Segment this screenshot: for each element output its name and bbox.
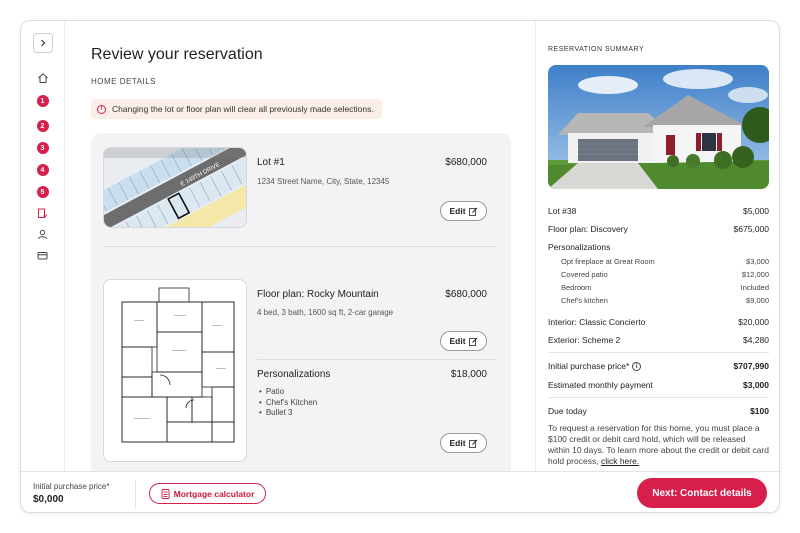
contact-step[interactable]	[37, 228, 49, 240]
summary-floorplan-row: Floor plan: Discovery $675,000	[548, 224, 769, 234]
home-step[interactable]	[36, 71, 50, 85]
next-contact-details-button[interactable]: Next: Contact details	[637, 478, 767, 508]
summary-divider	[548, 352, 769, 353]
summary-floorplan-label: Floor plan: Discovery	[548, 224, 628, 234]
app-window: 1 2 3 4 5 Review your reservation HOME D…	[20, 20, 780, 513]
summary-label: RESERVATION SUMMARY	[548, 46, 645, 53]
house-photo	[548, 65, 769, 189]
section-label: HOME DETAILS	[91, 77, 156, 86]
list-item: Bullet 3	[259, 408, 317, 419]
summary-lot-row: Lot #38 $5,000	[548, 206, 769, 216]
edit-personalizations-button[interactable]: Edit	[440, 433, 487, 453]
summary-divider	[548, 397, 769, 398]
step-1-badge[interactable]: 1	[36, 95, 49, 107]
calculator-icon	[161, 488, 170, 499]
hold-process-link[interactable]: click here.	[601, 456, 639, 466]
home-details-panel: E 149TH DRIVE Lot #1 $680,000 1234 Stree…	[91, 133, 511, 478]
chevron-right-icon	[40, 39, 45, 47]
pencil-icon	[468, 337, 477, 346]
summary-personalization-row: Covered patio $12,000	[561, 270, 769, 279]
footer-price-value: $0,000	[33, 494, 64, 505]
edit-label: Edit	[449, 206, 466, 216]
mortgage-label: Mortgage calculator	[173, 488, 255, 499]
summary-interior-row: Interior: Classic Concierto $20,000	[548, 317, 769, 327]
list-item: Chef's Kitchen	[259, 398, 317, 409]
summary-lot-label: Lot #38	[548, 206, 577, 216]
row-divider	[103, 246, 497, 247]
expand-rail-button[interactable]	[32, 33, 53, 53]
step-3-badge[interactable]: 3	[36, 142, 49, 154]
footer-price-label: Initial purchase price*	[33, 482, 110, 491]
pencil-icon	[468, 439, 477, 448]
progress-rail: 1 2 3 4 5	[21, 21, 65, 471]
step-4-badge[interactable]: 4	[36, 164, 49, 176]
edit-floorplan-button[interactable]: Edit	[440, 331, 487, 351]
step-5-badge[interactable]: 5	[36, 186, 49, 198]
floorplan-title: Floor plan: Rocky Mountain	[257, 289, 379, 300]
info-icon: !	[97, 104, 106, 114]
summary-exterior-row: Exterior: Scheme 2 $4,280	[548, 335, 769, 345]
home-icon	[37, 73, 48, 83]
summary-personalizations-heading: Personalizations	[548, 242, 611, 252]
edit-label: Edit	[449, 336, 466, 346]
initial-price-value: $707,990	[733, 361, 769, 371]
person-icon	[38, 229, 47, 239]
house-image	[548, 65, 769, 189]
lot-map-image: E 149TH DRIVE	[104, 148, 246, 227]
reservation-summary: RESERVATION SUMMARY Lot #38 $5,000 Floor…	[535, 21, 779, 471]
row-divider	[257, 359, 497, 360]
pencil-icon	[468, 207, 477, 216]
summary-initial-price-row: Initial purchase price* i $707,990	[548, 361, 769, 372]
floorplan-thumbnail	[103, 279, 247, 462]
review-step[interactable]	[37, 207, 49, 219]
notice-text: Changing the lot or floor plan will clea…	[112, 104, 374, 114]
mortgage-calculator-button[interactable]: Mortgage calculator	[149, 483, 266, 504]
initial-price-label: Initial purchase price*	[548, 361, 630, 371]
footer-divider	[135, 480, 136, 508]
step-2-badge[interactable]: 2	[36, 120, 49, 132]
credit-card-icon	[37, 251, 48, 259]
summary-floorplan-value: $675,000	[733, 224, 769, 234]
summary-personalization-row: Chef's kitchen $9,000	[561, 296, 769, 305]
lot-map-thumbnail: E 149TH DRIVE	[103, 147, 247, 228]
floorplan-details: 4 bed, 3 bath, 1600 sq ft, 2-car garage	[257, 308, 394, 317]
list-item: Patio	[259, 387, 317, 398]
edit-lot-button[interactable]: Edit	[440, 201, 487, 221]
summary-due-today-row: Due today $100	[548, 406, 769, 416]
floorplan-drawing	[104, 280, 246, 461]
floorplan-price: $680,000	[445, 289, 487, 300]
footer-bar: Initial purchase price* $0,000 Mortgage …	[21, 471, 779, 512]
document-check-icon	[38, 208, 48, 218]
summary-personalization-row: Bedroom Included	[561, 283, 769, 292]
payment-step[interactable]	[37, 249, 49, 261]
personalizations-list: Patio Chef's Kitchen Bullet 3	[259, 387, 317, 419]
lot-address: 1234 Street Name, City, State, 12345	[257, 177, 390, 186]
due-today-note: To request a reservation for this home, …	[548, 423, 769, 466]
lot-title: Lot #1	[257, 157, 285, 168]
personalizations-price: $18,000	[450, 369, 487, 380]
info-icon[interactable]: i	[632, 362, 642, 372]
main-content: Review your reservation HOME DETAILS ! C…	[65, 21, 535, 478]
page-title: Review your reservation	[91, 46, 263, 63]
lot-price: $680,000	[445, 157, 487, 168]
edit-label: Edit	[449, 438, 466, 448]
summary-lot-value: $5,000	[743, 206, 769, 216]
summary-personalization-row: Opt fireplace at Great Room $3,000	[561, 257, 769, 266]
summary-monthly-row: Estimated monthly payment $3,000	[548, 380, 769, 390]
warning-notice: ! Changing the lot or floor plan will cl…	[91, 99, 382, 119]
personalizations-title: Personalizations	[257, 369, 331, 380]
